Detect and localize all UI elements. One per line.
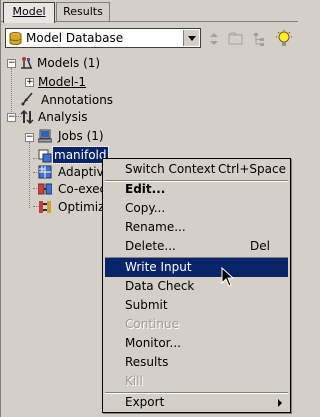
database-icon: [9, 32, 22, 45]
menu-item-kill: Kill: [125, 374, 143, 388]
tree-item-analysis[interactable]: Analysis: [38, 109, 87, 125]
optimization-icon: [39, 201, 51, 213]
tab-model[interactable]: Model: [3, 2, 55, 23]
tree-item-models[interactable]: Models (1): [37, 55, 100, 71]
menu-item-submit[interactable]: Submit: [105, 296, 288, 315]
menu-shortcut: Ctrl+Space: [218, 162, 286, 176]
menu-item-export[interactable]: Export: [105, 393, 288, 412]
menu-item-copy[interactable]: Copy...: [105, 199, 288, 218]
menu-item-write-input[interactable]: Write Input: [105, 258, 288, 277]
analysis-icon: [20, 110, 34, 124]
menu-item-rename[interactable]: Rename...: [105, 218, 288, 237]
tree-item-annotations[interactable]: Annotations: [41, 92, 113, 108]
tree-connector: [33, 158, 37, 159]
co-execution-icon: [38, 183, 52, 195]
expand-toggle[interactable]: +: [25, 78, 34, 87]
move-up-down-icon[interactable]: [205, 30, 223, 48]
menu-item-results[interactable]: Results: [105, 353, 288, 372]
database-select[interactable]: Model Database: [5, 28, 201, 48]
annotations-icon: [21, 92, 33, 106]
menu-item-delete[interactable]: Delete... Del: [105, 237, 288, 256]
collapse-toggle[interactable]: −: [7, 113, 16, 122]
menu-item-edit[interactable]: Edit...: [105, 180, 288, 199]
jobs-icon: [38, 129, 52, 143]
menu-item-switch-context[interactable]: Switch Context Ctrl+Space: [105, 160, 288, 179]
collapse-toggle[interactable]: −: [7, 59, 16, 68]
menu-shortcut: Del: [250, 239, 270, 253]
mouse-cursor-icon: [221, 267, 235, 287]
job-icon: [38, 149, 52, 163]
models-icon: [21, 57, 32, 69]
tree-item-adaptivity[interactable]: Adaptiv: [58, 164, 104, 180]
tree-item-co-executions[interactable]: Co-exec: [58, 181, 106, 197]
submenu-arrow-icon: [278, 399, 282, 407]
adaptivity-icon: [38, 165, 52, 179]
menu-item-data-check[interactable]: Data Check: [105, 277, 288, 296]
tree-item-job-manifold[interactable]: manifold: [52, 146, 109, 164]
tree-item-optimization[interactable]: Optimiz: [58, 199, 104, 215]
tree-item-jobs[interactable]: Jobs (1): [58, 128, 104, 144]
tree-item-model-1[interactable]: Model-1: [38, 74, 86, 90]
menu-item-monitor[interactable]: Monitor...: [105, 334, 288, 353]
database-select-value: Model Database: [26, 31, 124, 45]
folder-icon[interactable]: [227, 30, 245, 48]
chevron-down-icon[interactable]: [183, 30, 199, 46]
lightbulb-icon[interactable]: [275, 30, 293, 48]
tab-results[interactable]: Results: [56, 2, 110, 21]
menu-item-continue: Continue: [125, 317, 179, 331]
toolbar: Model Database: [1, 24, 298, 54]
context-menu: Switch Context Ctrl+Space Edit... Copy..…: [102, 158, 291, 413]
collapse-toggle[interactable]: −: [25, 133, 34, 142]
tree-connector: [29, 142, 30, 208]
filter-icon[interactable]: [251, 30, 269, 48]
model-tree-window: Model Results Model Database − Models (1…: [0, 0, 298, 417]
